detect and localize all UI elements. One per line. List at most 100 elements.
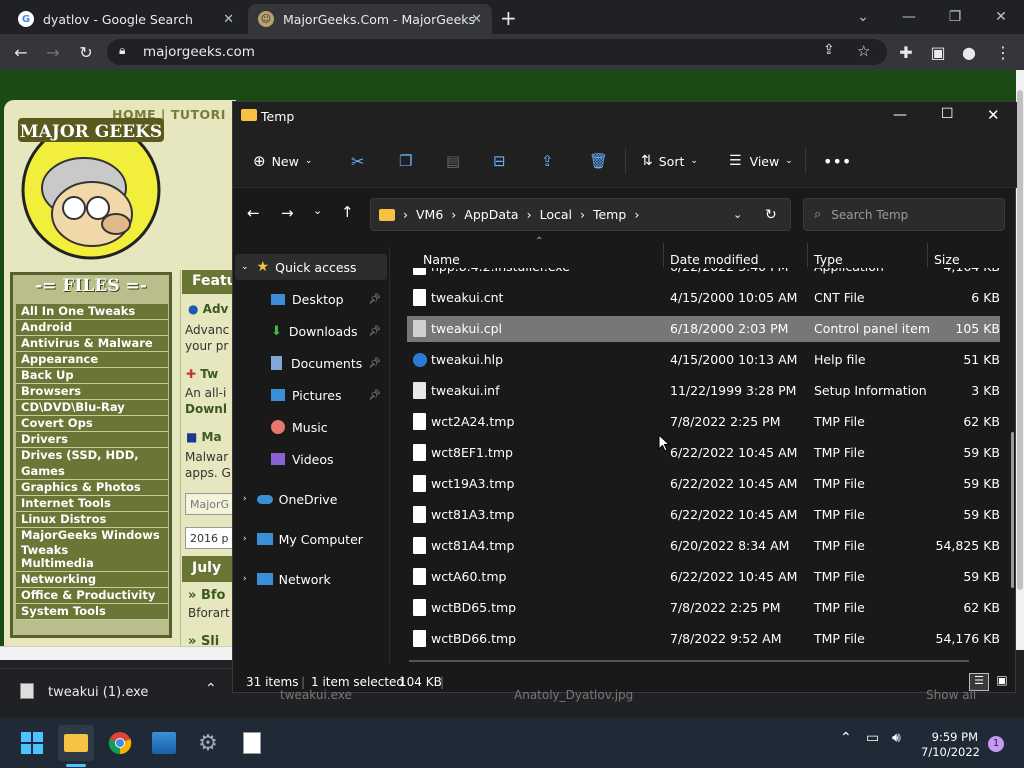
category-link[interactable]: All In One Tweaks bbox=[16, 304, 168, 320]
display-icon[interactable]: ▭ bbox=[866, 730, 879, 746]
breadcrumb-temp[interactable]: Temp bbox=[593, 207, 626, 222]
paste-icon[interactable]: ▤ bbox=[446, 150, 460, 172]
search-box[interactable]: ⌕ Search Temp bbox=[803, 198, 1005, 231]
featured-item-3[interactable]: ■ Ma bbox=[186, 430, 222, 444]
category-link[interactable]: Covert Ops bbox=[16, 416, 168, 432]
file-list-hscroll[interactable] bbox=[409, 660, 969, 662]
clock-time[interactable]: 9:59 PM bbox=[930, 730, 978, 744]
category-link[interactable]: Android bbox=[16, 320, 168, 336]
category-link[interactable]: MajorGeeks Windows Tweaks bbox=[16, 528, 168, 559]
back-icon[interactable]: ← bbox=[247, 204, 260, 222]
nav-quick-access[interactable]: ⌄ ★ Quick access bbox=[235, 254, 387, 280]
notification-badge[interactable]: 1 bbox=[988, 736, 1004, 752]
nav-pictures[interactable]: Pictures 📌︎ bbox=[271, 382, 389, 408]
news-item-1[interactable]: » Bfo bbox=[188, 588, 225, 603]
up-icon[interactable]: ↑ bbox=[341, 203, 354, 221]
nav-documents[interactable]: Documents 📌︎ bbox=[271, 350, 389, 376]
restore-icon[interactable]: ❐ bbox=[932, 0, 978, 34]
close-tab-icon[interactable]: ✕ bbox=[471, 12, 482, 27]
page-hscrollbar[interactable] bbox=[0, 646, 240, 660]
tab-search-icon[interactable]: ⌄ bbox=[840, 0, 886, 34]
minimize-icon[interactable]: — bbox=[893, 107, 907, 123]
recent-locations-icon[interactable]: ⌄ bbox=[313, 204, 322, 217]
chrome-taskbar-button[interactable] bbox=[102, 725, 138, 761]
share-icon[interactable]: ⇪ bbox=[823, 42, 835, 58]
refresh-icon[interactable]: ↻ bbox=[765, 207, 777, 223]
category-link[interactable]: Internet Tools bbox=[16, 496, 168, 512]
file-row[interactable]: tweakui.hlp 4/15/2000 10:13 AM Help file 51… bbox=[407, 347, 1000, 373]
bookmark-star-icon[interactable]: ☆ bbox=[857, 42, 870, 60]
share-icon[interactable]: ⇪ bbox=[541, 150, 554, 172]
breadcrumb-local[interactable]: Local bbox=[540, 207, 572, 222]
nav-desktop[interactable]: Desktop 📌︎ bbox=[271, 286, 389, 312]
file-row[interactable]: wctBD66.tmp 7/8/2022 9:52 AM TMP File 54,17… bbox=[407, 626, 1000, 652]
address-bar[interactable]: › VM6 › AppData › Local › Temp › ⌄ ↻ bbox=[370, 198, 791, 231]
category-link[interactable]: System Tools bbox=[16, 604, 168, 620]
chrome-menu-icon[interactable]: ⋮ bbox=[992, 42, 1014, 64]
show-hidden-icons[interactable]: ⌃ bbox=[840, 730, 852, 746]
side-panel-icon[interactable]: ▣ bbox=[927, 42, 949, 64]
view-button[interactable]: ☰ View ⌄ bbox=[729, 150, 793, 172]
category-link[interactable]: Graphics & Photos bbox=[16, 480, 168, 496]
breadcrumb-vm6[interactable]: VM6 bbox=[416, 207, 443, 222]
tweakui-taskbar-button[interactable] bbox=[234, 725, 270, 761]
tiles-view-icon[interactable]: ▣ bbox=[993, 673, 1011, 691]
photos-taskbar-button[interactable] bbox=[146, 725, 182, 761]
minimize-icon[interactable]: — bbox=[886, 0, 932, 34]
file-list-scroll-thumb[interactable] bbox=[1011, 432, 1014, 588]
year-select[interactable]: 2016 p bbox=[185, 527, 236, 549]
category-link[interactable]: Drivers bbox=[16, 432, 168, 448]
close-icon[interactable]: ✕ bbox=[987, 106, 1000, 124]
clock-date[interactable]: 7/10/2022 bbox=[921, 745, 980, 759]
copy-icon[interactable]: ❐ bbox=[399, 150, 412, 172]
column-divider[interactable] bbox=[927, 243, 928, 267]
download-options-icon[interactable]: ⌃ bbox=[205, 681, 217, 697]
settings-taskbar-button[interactable]: ⚙ bbox=[190, 725, 226, 761]
sort-button[interactable]: ⇅ Sort ⌄ bbox=[641, 150, 698, 172]
delete-icon[interactable]: 🗑︎ bbox=[589, 150, 608, 172]
category-link[interactable]: Back Up bbox=[16, 368, 168, 384]
category-link[interactable]: Antivirus & Malware bbox=[16, 336, 168, 352]
featured-item-1[interactable]: ● Adv bbox=[188, 302, 228, 316]
close-window-icon[interactable]: ✕ bbox=[978, 0, 1024, 34]
column-divider[interactable] bbox=[807, 243, 808, 267]
category-link[interactable]: Games bbox=[16, 464, 168, 480]
breadcrumb-appdata[interactable]: AppData bbox=[464, 207, 518, 222]
nav-onedrive[interactable]: › OneDrive bbox=[243, 486, 389, 512]
tab-google[interactable]: G dyatlov - Google Search ✕ bbox=[8, 4, 244, 34]
file-row[interactable]: wctBD65.tmp 7/8/2022 2:25 PM TMP File 62 KB bbox=[407, 595, 1000, 621]
file-row[interactable]: tweakui.cnt 4/15/2000 10:05 AM CNT File 6 K… bbox=[407, 285, 1000, 311]
page-scroll-thumb[interactable] bbox=[1017, 90, 1023, 590]
address-bar[interactable]: 🔒︎ majorgeeks.com ⇪ ☆ bbox=[107, 39, 887, 65]
download-filename[interactable]: tweakui (1).exe bbox=[48, 685, 148, 700]
shelf-file-2[interactable]: Anatoly_Dyatlov.jpg bbox=[514, 688, 633, 702]
category-link[interactable]: CD\DVD\Blu-Ray bbox=[16, 400, 168, 416]
category-link[interactable]: Office & Productivity bbox=[16, 588, 168, 604]
rename-icon[interactable]: ⊟ bbox=[493, 150, 506, 172]
new-button[interactable]: ⊕ New ⌄ bbox=[253, 150, 312, 172]
category-link[interactable]: Linux Distros bbox=[16, 512, 168, 528]
extensions-icon[interactable]: ✚ bbox=[895, 42, 917, 64]
nav-network[interactable]: › Network bbox=[243, 566, 389, 592]
featured-item-2[interactable]: ✚ Tw bbox=[186, 367, 218, 381]
category-link[interactable]: Appearance bbox=[16, 352, 168, 368]
close-tab-icon[interactable]: ✕ bbox=[223, 12, 234, 27]
nav-videos[interactable]: Videos bbox=[271, 446, 389, 472]
file-row[interactable]: tweakui.inf 11/22/1999 3:28 PM Setup Infor… bbox=[407, 378, 1000, 404]
start-button[interactable] bbox=[14, 725, 50, 761]
file-row[interactable]: wct2A24.tmp 7/8/2022 2:25 PM TMP File 62 KB bbox=[407, 409, 1000, 435]
tab-majorgeeks[interactable]: ☺ MajorGeeks.Com - MajorGeeks ✕ bbox=[248, 4, 492, 34]
file-row[interactable]: wct81A3.tmp 6/22/2022 10:45 AM TMP File 59 … bbox=[407, 502, 1000, 528]
more-options-icon[interactable]: ••• bbox=[823, 150, 851, 172]
show-all-link[interactable]: Show all bbox=[926, 688, 976, 702]
forward-icon[interactable]: → bbox=[42, 42, 64, 64]
file-row[interactable]: wct81A4.tmp 6/20/2022 8:34 AM TMP File 54,8… bbox=[407, 533, 1000, 559]
maximize-icon[interactable]: ☐ bbox=[941, 106, 954, 122]
nav-my-computer[interactable]: › My Computer bbox=[243, 526, 389, 552]
file-explorer-taskbar-button[interactable] bbox=[58, 725, 94, 761]
nav-music[interactable]: Music bbox=[271, 414, 389, 440]
shelf-file-1[interactable]: tweakui.exe bbox=[280, 688, 352, 702]
nav-downloads[interactable]: ⬇ Downloads 📌︎ bbox=[271, 318, 389, 344]
column-divider[interactable] bbox=[663, 243, 664, 267]
file-row[interactable]: wct8EF1.tmp 6/22/2022 10:45 AM TMP File 59 … bbox=[407, 440, 1000, 466]
